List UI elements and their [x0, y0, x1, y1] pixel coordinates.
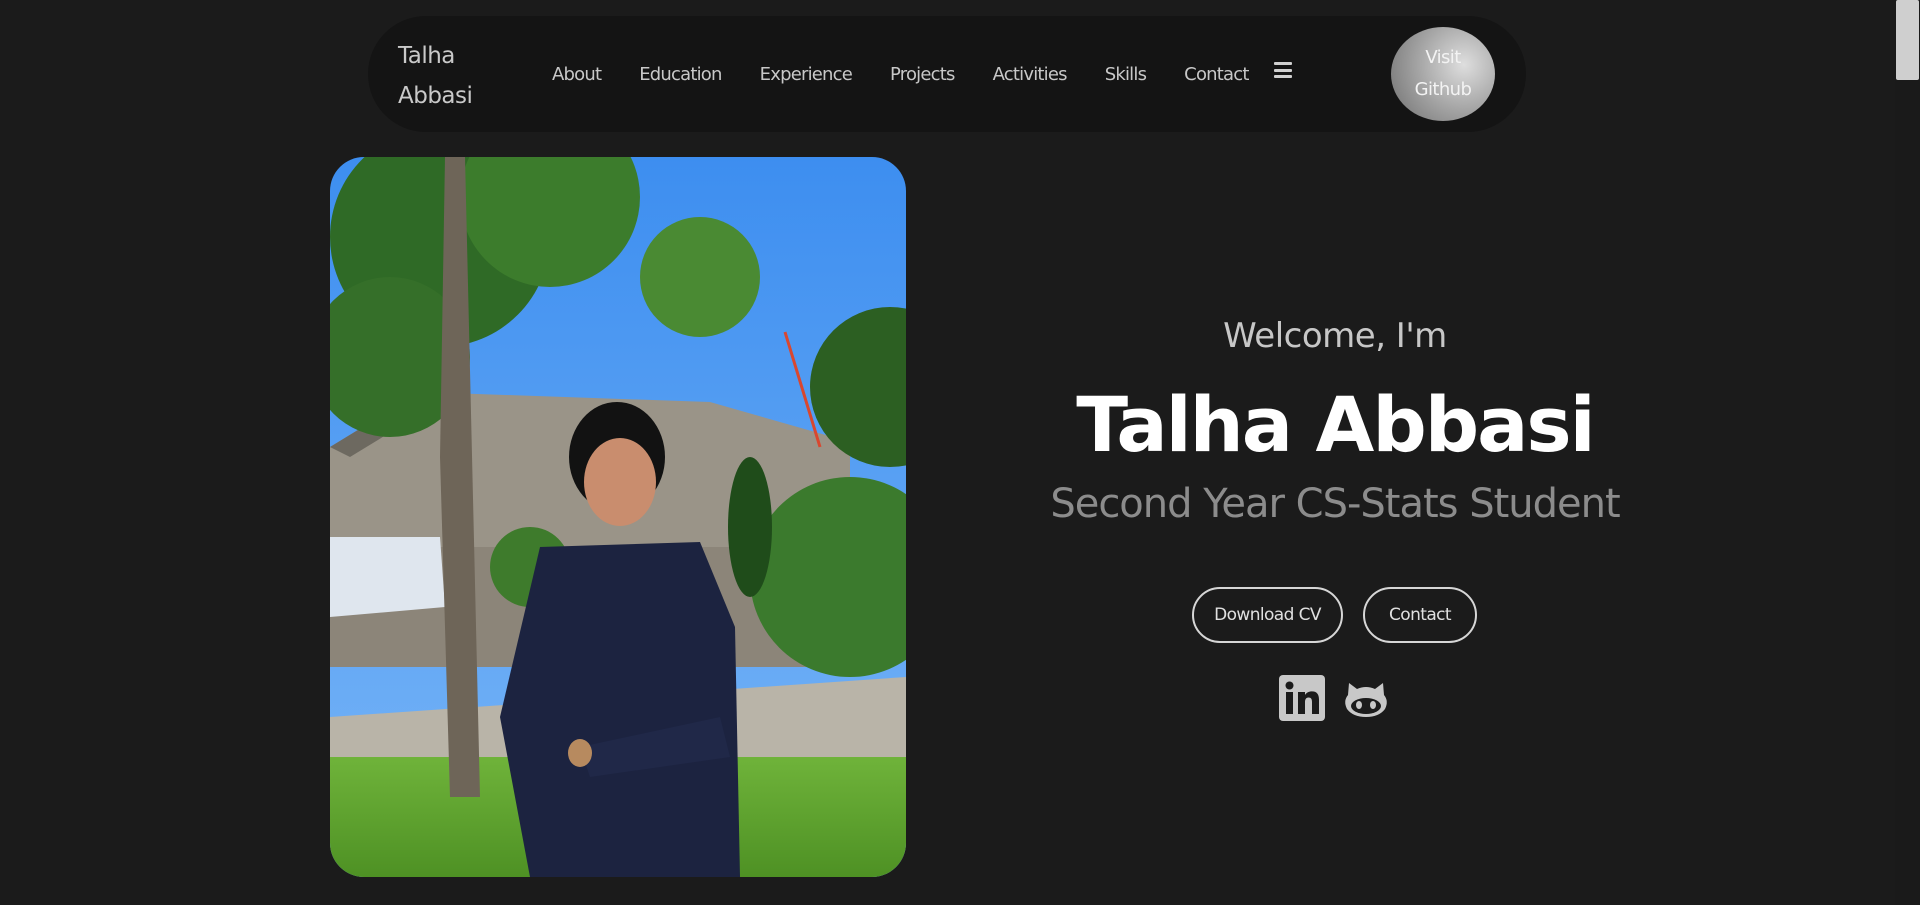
page-scrollbar[interactable] — [1895, 0, 1920, 905]
visit-github-button[interactable]: Visit Github — [1391, 27, 1495, 121]
hero-name: Talha Abbasi — [1076, 380, 1595, 469]
nav-link-contact[interactable]: Contact — [1184, 64, 1249, 85]
profile-photo — [330, 157, 906, 877]
page: Talha Abbasi About Education Experience … — [0, 0, 1895, 905]
hero-greeting: Welcome, I'm — [1223, 316, 1447, 356]
hero-buttons: Download CV Contact — [1192, 587, 1477, 643]
visit-github-label: Visit Github — [1414, 47, 1472, 100]
nav-link-education[interactable]: Education — [639, 64, 722, 85]
navbar: Talha Abbasi About Education Experience … — [368, 16, 1526, 132]
nav-link-projects[interactable]: Projects — [890, 64, 955, 85]
nav-link-activities[interactable]: Activities — [993, 64, 1068, 85]
scrollbar-thumb[interactable] — [1896, 0, 1919, 80]
brand-logo[interactable]: Talha Abbasi — [398, 36, 518, 116]
nav-links: About Education Experience Projects Acti… — [552, 56, 1287, 92]
contact-button[interactable]: Contact — [1363, 587, 1477, 643]
hamburger-icon[interactable] — [1274, 62, 1292, 78]
download-cv-button[interactable]: Download CV — [1192, 587, 1343, 643]
linkedin-icon[interactable] — [1279, 675, 1325, 721]
hero-subtitle: Second Year CS-Stats Student — [1050, 481, 1620, 527]
hero-section: Welcome, I'm Talha Abbasi Second Year CS… — [1035, 300, 1635, 527]
github-icon[interactable] — [1343, 675, 1389, 721]
nav-link-about[interactable]: About — [552, 64, 602, 85]
nav-link-experience[interactable]: Experience — [760, 64, 853, 85]
nav-link-skills[interactable]: Skills — [1105, 64, 1147, 85]
social-links — [1279, 675, 1389, 721]
